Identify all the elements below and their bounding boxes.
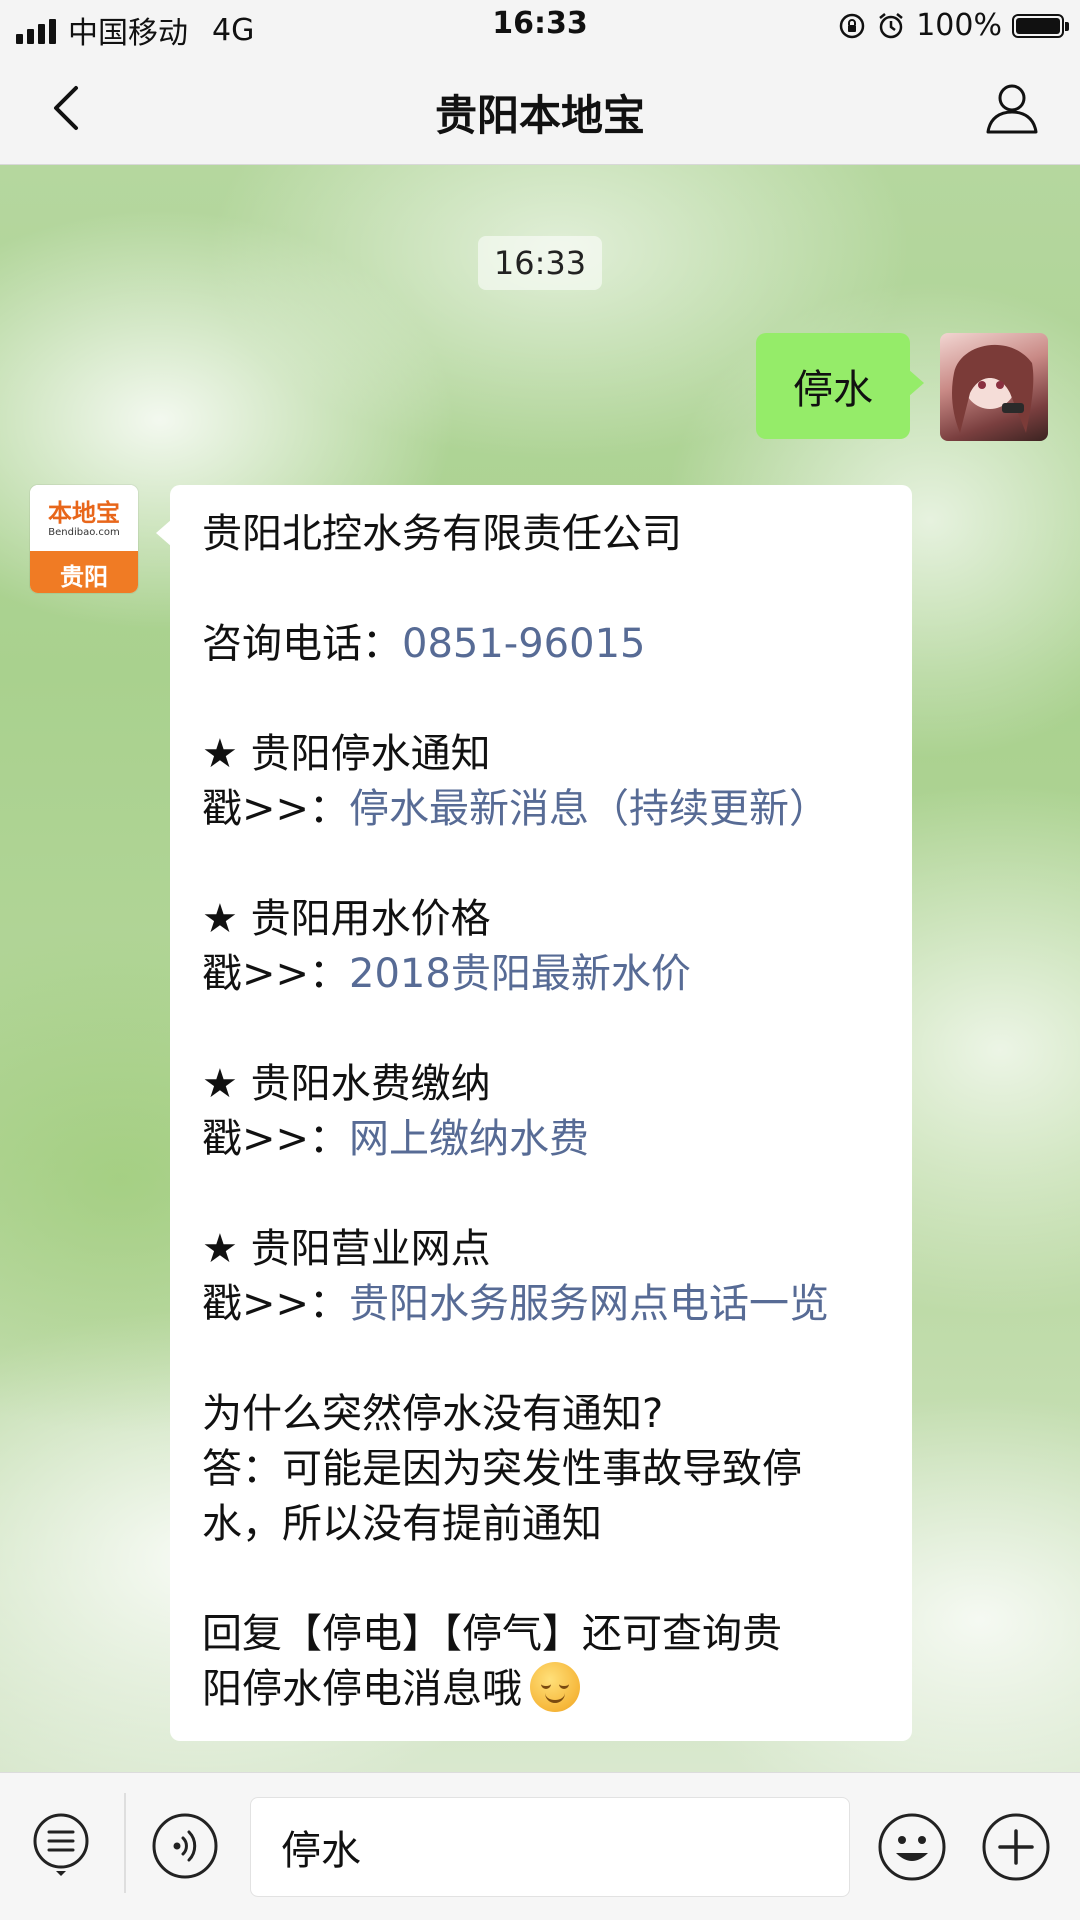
faq-question: 为什么突然停水没有通知? (202, 1391, 664, 1437)
sent-message-bubble[interactable]: 停水 (756, 333, 924, 439)
menu-toggle-icon[interactable] (28, 1811, 94, 1877)
section-link-line: 戳>>：2018贵阳最新水价 (202, 947, 892, 1002)
message-input[interactable]: 停水 (250, 1797, 850, 1897)
section-heading-text: 贵阳营业网点 (250, 1226, 491, 1272)
alarm-icon (879, 12, 903, 38)
phone-line: 咨询电话：0851-96015 (202, 617, 892, 672)
received-message-bubble: 贵阳北控水务有限责任公司 咨询电话：0851-96015 ★ 贵阳停水通知 戳>… (156, 485, 912, 1741)
phone-number-link[interactable]: 0851-96015 (402, 621, 645, 667)
smiling-face-emoji-icon (530, 1662, 580, 1712)
bot-avatar-top: 本地宝 Bendibao.com (30, 485, 138, 551)
bot-avatar-bottom: 贵阳 (30, 551, 138, 593)
plus-icon[interactable] (980, 1811, 1052, 1883)
emoji-picker-icon[interactable] (876, 1811, 948, 1883)
nav-bar: 贵阳本地宝 (0, 52, 1080, 165)
page-title: 贵阳本地宝 (434, 91, 645, 140)
section-heading-text: 贵阳用水价格 (250, 896, 491, 942)
section-heading: ★ 贵阳用水价格 (202, 892, 892, 947)
section-link-line: 戳>>：网上缴纳水费 (202, 1112, 892, 1167)
bot-avatar[interactable]: 本地宝 Bendibao.com 贵阳 (30, 485, 138, 593)
bot-brand-city: 贵阳 (60, 563, 108, 591)
voice-input-icon[interactable] (150, 1811, 220, 1881)
profile-icon[interactable] (982, 78, 1042, 138)
status-bar: 中国移动 4G 16:33 100% (0, 0, 1080, 52)
message-input-value: 停水 (281, 1828, 361, 1874)
phone-label: 咨询电话： (202, 621, 402, 667)
input-divider (124, 1793, 126, 1893)
link-outage-news[interactable]: 停水最新消息（持续更新） (349, 786, 829, 832)
rotation-lock-icon (839, 13, 865, 38)
user-avatar-image (952, 344, 1034, 433)
input-bar: 停水 (0, 1772, 1080, 1920)
link-service-points[interactable]: 贵阳水务服务网点电话一览 (349, 1281, 829, 1327)
section-link-line: 戳>>：停水最新消息（持续更新） (202, 782, 892, 837)
status-right: 100% (838, 8, 1069, 43)
poke-label: 戳>>： (202, 1281, 350, 1327)
star-icon: ★ (202, 731, 238, 777)
poke-label: 戳>>： (202, 1116, 350, 1162)
message-timestamp: 16:33 (478, 236, 602, 290)
section-link-line: 戳>>：贵阳水务服务网点电话一览 (202, 1277, 892, 1332)
poke-label: 戳>>： (202, 786, 350, 832)
section-heading-text: 贵阳停水通知 (250, 731, 491, 777)
user-avatar[interactable] (940, 333, 1048, 441)
footer-line2-text: 阳停水停电消息哦 (202, 1666, 522, 1712)
footer-line2: 阳停水停电消息哦 (202, 1662, 892, 1717)
link-water-price[interactable]: 2018贵阳最新水价 (349, 951, 691, 997)
bot-brand-name: 本地宝 (48, 499, 120, 527)
link-pay-bill[interactable]: 网上缴纳水费 (349, 1116, 589, 1162)
battery-fill (1016, 17, 1060, 34)
star-icon: ★ (202, 1061, 238, 1107)
footer-line1: 回复【停电】【停气】还可查询贵 (202, 1611, 782, 1657)
faq-answer-line2: 水，所以没有提前通知 (202, 1501, 602, 1547)
section-heading: ★ 贵阳水费缴纳 (202, 1057, 892, 1112)
chat-screen: 中国移动 4G 16:33 100% 贵阳本地宝 16:33 停水 本地宝 Be… (0, 0, 1080, 1920)
battery-percent: 100% (916, 8, 1002, 43)
star-icon: ★ (202, 1226, 238, 1272)
poke-label: 戳>>： (202, 951, 350, 997)
star-icon: ★ (202, 896, 238, 942)
sent-message-text: 停水 (793, 367, 873, 413)
company-name: 贵阳北控水务有限责任公司 (202, 511, 682, 557)
section-heading: ★ 贵阳停水通知 (202, 727, 892, 782)
section-heading-text: 贵阳水费缴纳 (250, 1061, 491, 1107)
faq-answer-line1: 答：可能是因为突发性事故导致停 (202, 1446, 802, 1492)
section-heading: ★ 贵阳营业网点 (202, 1222, 892, 1277)
bot-brand-domain: Bendibao.com (48, 527, 120, 538)
battery-icon (1012, 13, 1069, 38)
